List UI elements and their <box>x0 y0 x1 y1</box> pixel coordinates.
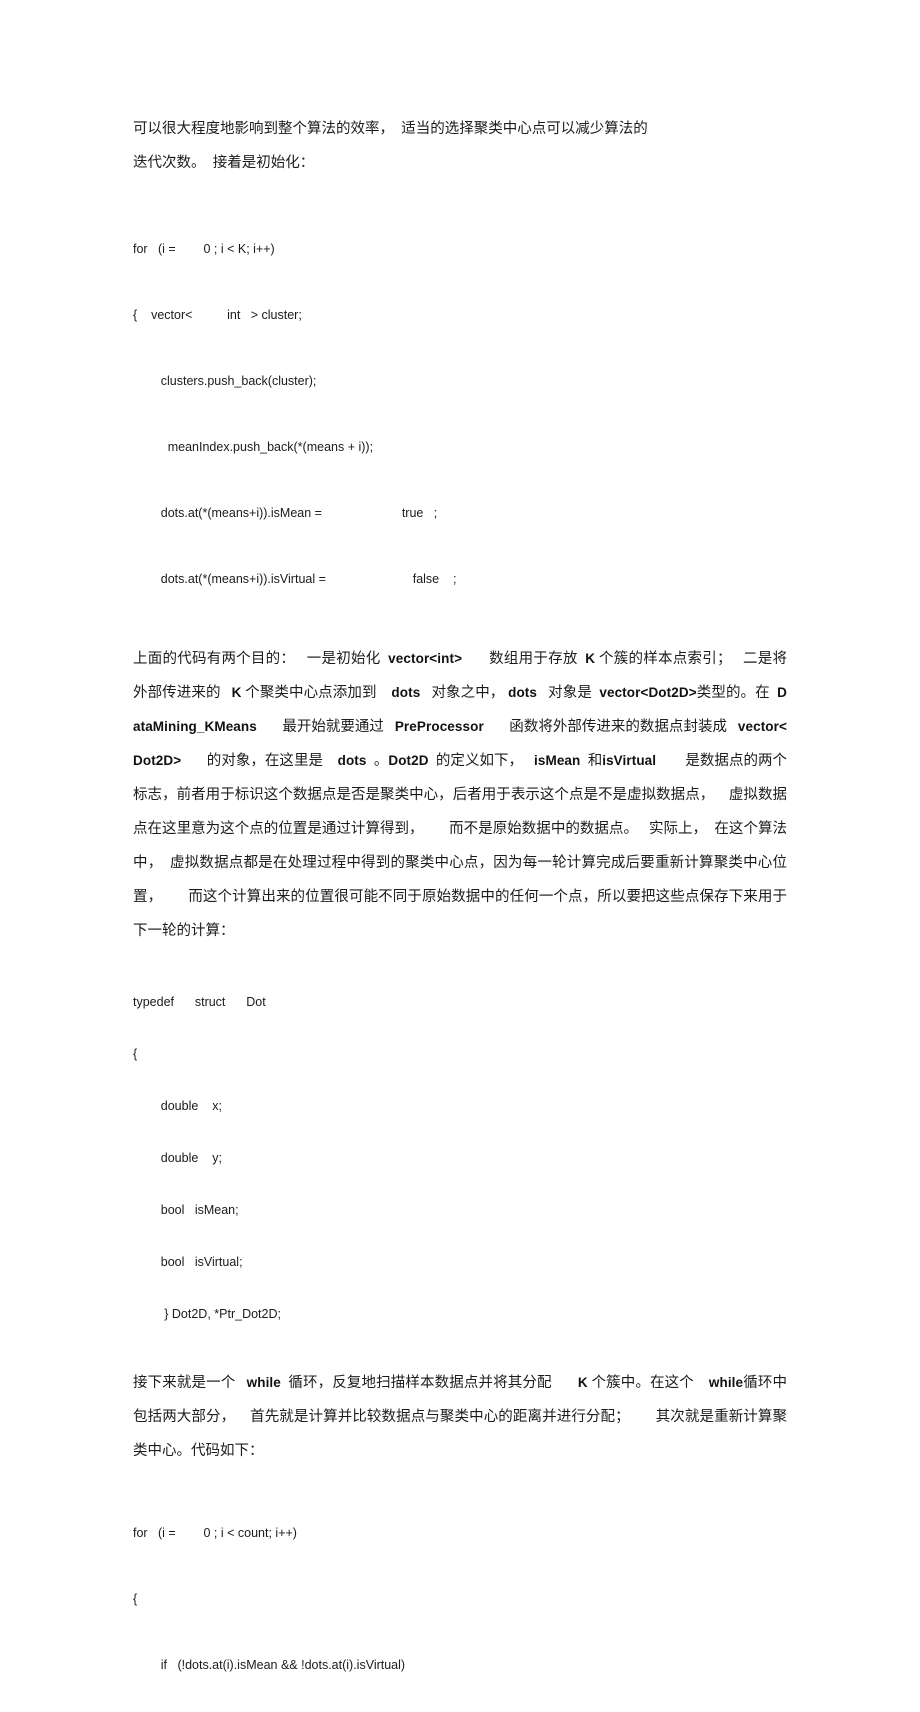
code-line: for (i = 0 ; i < count; i++) <box>133 1526 297 1540</box>
code-block-assignment-loop: for (i = 0 ; i < count; i++) { if (!dots… <box>133 1486 787 1712</box>
code-line: typedef struct Dot <box>133 995 266 1009</box>
inline-code: K <box>585 651 596 666</box>
code-line: dots.at(*(means+i)).isVirtual = false ; <box>133 572 457 586</box>
code-line: dots.at(*(means+i)).isMean = true ; <box>133 506 438 520</box>
explanation-paragraph-2: 接下来就是一个 while 循环，反复地扫描样本数据点并将其分配 K 个簇中。在… <box>133 1375 788 1459</box>
document-page: 可以很大程度地影响到整个算法的效率， 适当的选择聚类中心点可以减少算法的 迭代次… <box>0 0 920 1672</box>
explanation-paragraph-1: 上面的代码有两个目的： 一是初始化 vector<int> 数组用于存放 K 个… <box>133 651 788 939</box>
inline-code: K <box>577 1375 588 1390</box>
code-line: if (!dots.at(i).isMean && !dots.at(i).is… <box>133 1658 406 1672</box>
inline-code: isMean <box>534 753 581 768</box>
inline-code: dots <box>337 753 367 768</box>
inline-code: Dot2D <box>388 753 429 768</box>
inline-code: vector<int> <box>388 651 463 666</box>
code-line: bool isVirtual; <box>133 1255 243 1269</box>
code-line: { <box>133 1592 138 1606</box>
inline-code: K <box>231 685 242 700</box>
code-line: double x; <box>133 1099 222 1113</box>
inline-code: while <box>708 1375 744 1390</box>
inline-code: vector<Dot2D> <box>599 685 697 700</box>
code-line: } Dot2D, *Ptr_Dot2D; <box>133 1307 281 1321</box>
document-content: 可以很大程度地影响到整个算法的效率， 适当的选择聚类中心点可以减少算法的 迭代次… <box>133 112 787 1712</box>
code-line: { vector< int > cluster; <box>133 308 302 322</box>
code-block-dot-struct: typedef struct Dot { double x; double y;… <box>133 962 787 1354</box>
code-line: for (i = 0 ; i < K; i++) <box>133 242 275 256</box>
inline-code: dots <box>508 685 538 700</box>
code-line: { <box>133 1047 138 1061</box>
code-line: bool isMean; <box>133 1203 239 1217</box>
code-line: clusters.push_back(cluster); <box>133 374 317 388</box>
inline-code: dots <box>391 685 421 700</box>
inline-code: while <box>246 1375 281 1390</box>
inline-code: PreProcessor <box>394 719 484 734</box>
code-block-initialization: for (i = 0 ; i < K; i++) { vector< int >… <box>133 202 787 626</box>
code-line: meanIndex.push_back(*(means + i)); <box>133 440 374 454</box>
intro-paragraph: 可以很大程度地影响到整个算法的效率， 适当的选择聚类中心点可以减少算法的 迭代次… <box>133 121 648 171</box>
code-line: double y; <box>133 1151 222 1165</box>
inline-code: isVirtual <box>602 753 657 768</box>
